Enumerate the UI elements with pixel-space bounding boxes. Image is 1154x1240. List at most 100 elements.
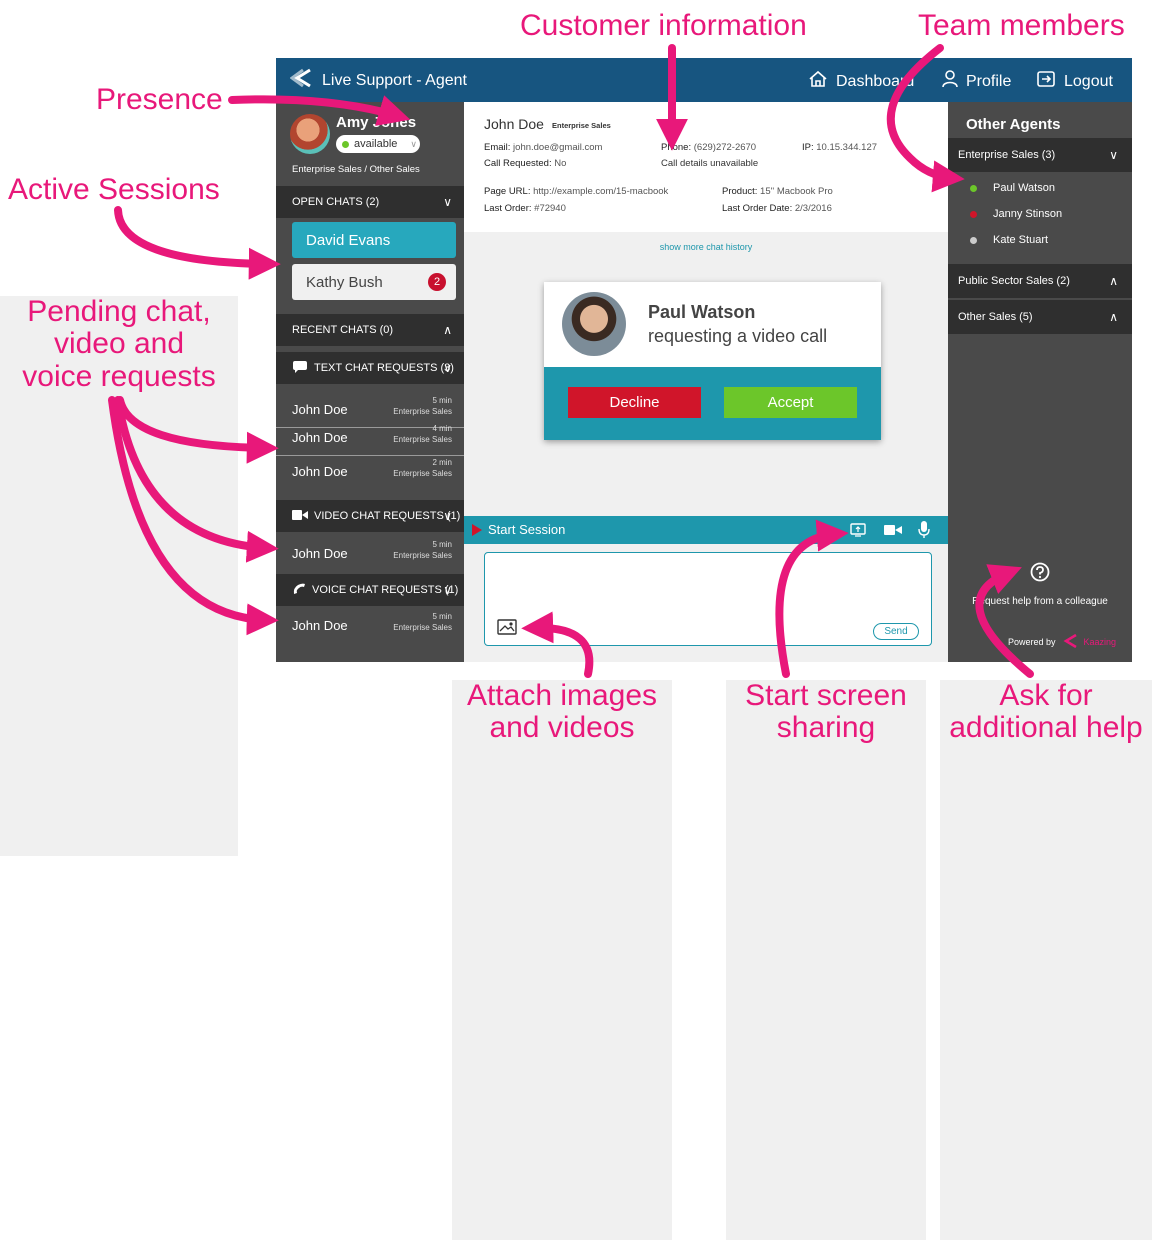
microphone-icon[interactable] xyxy=(918,521,930,542)
email-row: Email: john.doe@gmail.com xyxy=(484,142,602,153)
caller-name: Paul Watson xyxy=(648,302,756,322)
attach-image-icon[interactable] xyxy=(497,619,517,640)
powered-by: Powered by Kaazing xyxy=(1008,633,1116,650)
email-label: Email: xyxy=(484,142,511,153)
message-composer[interactable]: Send xyxy=(484,552,932,646)
accept-button[interactable]: Accept xyxy=(724,387,857,418)
call-requested-value: No xyxy=(554,158,567,169)
request-meta: 2 min Enterprise Sales xyxy=(393,457,452,479)
request-time: 4 min xyxy=(432,424,452,433)
decline-button[interactable]: Decline xyxy=(568,387,701,418)
status-dot-icon xyxy=(970,184,977,192)
product-row: Product: 15'' Macbook Pro xyxy=(722,186,833,197)
team-member-name: Kate Stuart xyxy=(993,234,1049,246)
open-chat-item[interactable]: David Evans xyxy=(292,222,456,258)
unread-badge: 2 xyxy=(428,273,446,291)
chat-history-link[interactable]: show more chat history xyxy=(464,242,948,252)
request-team: Enterprise Sales xyxy=(393,407,452,416)
app-brand[interactable]: Live Support - Agent xyxy=(289,68,467,93)
recent-chats-header[interactable]: RECENT CHATS (0) ∧ xyxy=(276,314,464,346)
agent-group-label: Public Sector Sales (2) xyxy=(958,275,1070,287)
team-member-name: Janny Stinson xyxy=(993,208,1063,220)
app-logo-icon xyxy=(289,68,312,93)
agent-group-header[interactable]: Public Sector Sales (2) ∧ xyxy=(948,264,1132,298)
powered-by-label: Powered by xyxy=(1008,637,1056,647)
video-requests-label: VIDEO CHAT REQUESTS (1) xyxy=(314,510,461,522)
agent-group-header[interactable]: Enterprise Sales (3) ∨ xyxy=(948,138,1132,172)
voice-requests-header[interactable]: VOICE CHAT REQUESTS (1) ∨ xyxy=(276,574,464,606)
request-meta: 5 min Enterprise Sales xyxy=(393,395,452,417)
chevron-down-icon: ∨ xyxy=(443,361,452,375)
nav-logout[interactable]: Logout xyxy=(1036,70,1113,93)
open-chats-header[interactable]: OPEN CHATS (2) ∨ xyxy=(276,186,464,218)
request-help-link[interactable]: Request help from a colleague xyxy=(948,596,1132,607)
text-request-row[interactable]: John Doe 2 min Enterprise Sales xyxy=(276,452,464,490)
text-request-row[interactable]: John Doe 4 min Enterprise Sales xyxy=(276,418,464,456)
call-details: Call details unavailable xyxy=(661,158,759,169)
annotation-presence: Presence xyxy=(96,83,223,116)
video-camera-icon[interactable] xyxy=(884,524,902,539)
last-order-date-row: Last Order Date: 2/3/2016 xyxy=(722,203,832,214)
product-value: 15'' Macbook Pro xyxy=(760,186,833,197)
annotation-attach-line: Attach images xyxy=(466,679,658,712)
call-requested-row: Call Requested: No xyxy=(484,158,566,169)
agent-name: Amy Jones xyxy=(336,114,417,131)
chat-panel: John Doe Enterprise Sales Email: john.do… xyxy=(464,102,948,662)
request-name: John Doe xyxy=(292,546,348,561)
phone-value: (629)272-2670 xyxy=(693,142,757,153)
last-order-label: Last Order: xyxy=(484,203,532,214)
help-icon[interactable] xyxy=(1030,562,1050,587)
nav-dashboard[interactable]: Dashboard xyxy=(808,70,914,93)
chevron-up-icon: ∧ xyxy=(443,323,452,337)
agent-group-label: Other Sales (5) xyxy=(958,311,1033,323)
video-requests-header[interactable]: VIDEO CHAT REQUESTS (1) ∨ xyxy=(276,500,464,532)
ip-value: 10.15.344.127 xyxy=(816,142,878,153)
team-member[interactable]: Janny Stinson xyxy=(970,208,1062,220)
page-url-value: http://example.com/15-macbook xyxy=(533,186,669,197)
ip-row: IP: 10.15.344.127 xyxy=(802,142,877,153)
agent-group-header[interactable]: Other Sales (5) ∧ xyxy=(948,300,1132,334)
video-request-row[interactable]: John Doe 5 min Enterprise Sales xyxy=(276,534,464,572)
annotation-screen-line: Start screen xyxy=(745,679,907,712)
chevron-up-icon: ∧ xyxy=(1109,274,1118,288)
home-icon xyxy=(808,70,828,93)
email-value: john.doe@gmail.com xyxy=(513,142,603,153)
text-requests-label: TEXT CHAT REQUESTS (3) xyxy=(314,362,454,374)
request-name: John Doe xyxy=(292,402,348,417)
annotation-pending-line: Pending chat, xyxy=(27,295,211,328)
request-name: John Doe xyxy=(292,464,348,479)
kaazing-logo-icon xyxy=(1062,633,1078,650)
customer-info: John Doe Enterprise Sales Email: john.do… xyxy=(464,102,948,232)
annotation-pending-requests: Pending chat, video and voice requests xyxy=(0,295,238,856)
team-member[interactable]: Paul Watson xyxy=(970,182,1055,194)
open-chat-item[interactable]: Kathy Bush 2 xyxy=(292,264,456,300)
arrow-active-sessions xyxy=(114,206,281,280)
annotation-pending-line: voice requests xyxy=(22,359,216,393)
user-icon xyxy=(942,70,958,93)
team-member-name: Paul Watson xyxy=(993,182,1055,194)
chevron-down-icon: ∨ xyxy=(410,138,418,149)
agent-avatar[interactable] xyxy=(290,114,330,154)
left-sidebar: Amy Jones available ∨ Enterprise Sales /… xyxy=(276,102,464,662)
request-time: 5 min xyxy=(432,396,452,405)
call-message: requesting a video call xyxy=(648,326,828,346)
annotation-customer-information: Customer information xyxy=(520,9,807,42)
request-meta: 5 min Enterprise Sales xyxy=(393,611,452,633)
screen-share-icon[interactable] xyxy=(850,522,866,541)
phone-label: Phone: xyxy=(661,142,692,153)
team-member[interactable]: Kate Stuart xyxy=(970,234,1048,246)
request-team: Enterprise Sales xyxy=(393,551,452,560)
chevron-down-icon: ∨ xyxy=(443,583,452,597)
request-team: Enterprise Sales xyxy=(393,623,452,632)
send-button[interactable]: Send xyxy=(873,623,919,640)
start-session-button[interactable]: Start Session xyxy=(488,522,565,537)
nav-profile[interactable]: Profile xyxy=(942,70,1011,93)
text-requests-header[interactable]: TEXT CHAT REQUESTS (3) ∨ xyxy=(276,352,464,384)
annotation-help-line: Ask for xyxy=(999,679,1093,712)
play-icon xyxy=(472,524,482,539)
phone-row: Phone: (629)272-2670 xyxy=(661,142,756,153)
voice-request-row[interactable]: John Doe 5 min Enterprise Sales xyxy=(276,606,464,644)
page-url-row: Page URL: http://example.com/15-macbook xyxy=(484,186,668,197)
chevron-down-icon: ∨ xyxy=(443,195,452,209)
presence-select[interactable]: available ∨ xyxy=(336,135,420,153)
